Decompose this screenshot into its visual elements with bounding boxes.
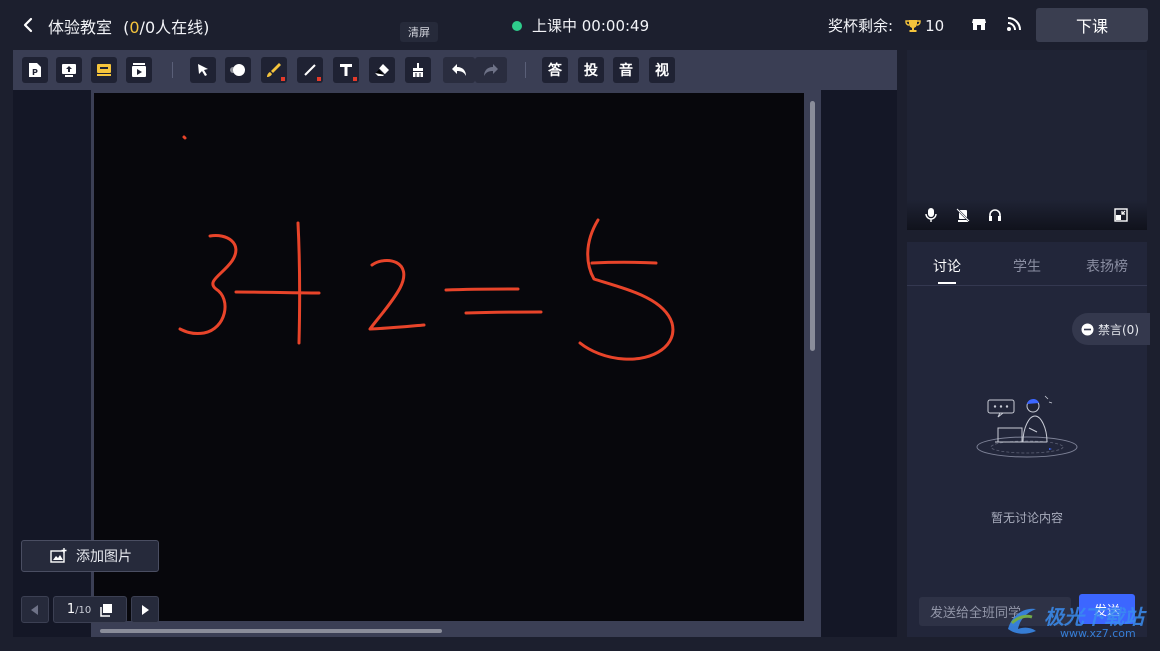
mute-all-button[interactable]: 禁言(0): [1072, 313, 1150, 345]
live-dot-icon: [512, 20, 522, 31]
class-timer: 上课中 00:00:49: [532, 17, 650, 35]
site-watermark: 极光下载站 www.xz7.com: [1000, 597, 1160, 647]
back-arrow-icon[interactable]: [18, 14, 38, 36]
line-icon[interactable]: [297, 57, 323, 83]
redo-icon[interactable]: [475, 57, 507, 83]
add-image-label: 添加图片: [76, 549, 132, 565]
whiteboard-canvas[interactable]: [94, 93, 815, 633]
text-color-dot: [353, 77, 357, 81]
ppt-icon[interactable]: P: [22, 57, 48, 83]
undo-icon[interactable]: [443, 57, 475, 83]
ink-digit-3: [178, 233, 238, 335]
online-suffix: /0人在线): [139, 18, 210, 37]
whiteboard-frame: [91, 90, 821, 637]
chat-tabs: 讨论 学生 表扬榜: [907, 242, 1147, 286]
classroom-name: 体验教室: [48, 18, 113, 37]
ink-equals-bottom: [464, 310, 543, 315]
tab-discussion[interactable]: 讨论: [933, 256, 961, 276]
media-icon[interactable]: [126, 57, 152, 83]
empty-discussion-text: 暂无讨论内容: [990, 511, 1063, 525]
prev-triangle-icon: [31, 604, 38, 615]
trophy-remaining: 奖杯剩余: 10: [828, 15, 944, 36]
ink-digit-2: [368, 259, 426, 331]
classroom-title: 体验教室 (0/0人在线): [48, 14, 209, 38]
tab-students[interactable]: 学生: [1013, 256, 1041, 276]
courseware-icon[interactable]: [91, 57, 117, 83]
watermark-title: 极光下载站: [1044, 605, 1144, 629]
picture-in-picture-icon[interactable]: [1113, 207, 1129, 223]
line-color-dot: [317, 77, 321, 81]
clear-screen-tooltip: 清屏: [400, 22, 438, 42]
active-tab-indicator: [938, 282, 956, 284]
whiteboard-toolbar: P 答 投 音 视: [13, 50, 897, 90]
clear-screen-icon[interactable]: [405, 57, 431, 83]
trophy-icon: [905, 19, 921, 32]
trophy-count: 10: [925, 16, 945, 35]
toolbar-divider: [525, 62, 526, 78]
trophy-label: 奖杯剩余:: [828, 17, 894, 35]
video-tool-button[interactable]: 视: [649, 57, 675, 83]
top-bar: 体验教室 (0/0人在线) 上课中 00:00:49 奖杯剩余: 10 下课: [0, 0, 1160, 50]
eraser-icon[interactable]: [369, 57, 395, 83]
text-icon[interactable]: [333, 57, 359, 83]
pointer-icon[interactable]: [190, 57, 216, 83]
signal-icon[interactable]: [1004, 14, 1024, 34]
store-icon[interactable]: [969, 14, 989, 34]
add-image-icon: [50, 548, 67, 563]
camera-off-icon[interactable]: [955, 207, 971, 223]
answer-tool-button[interactable]: 答: [542, 57, 568, 83]
mute-label: 禁言(0): [1098, 322, 1139, 337]
next-page-button[interactable]: [131, 596, 159, 623]
video-controls: [907, 200, 1147, 230]
brush-color-dot: [281, 77, 285, 81]
empty-discussion-illustration: [976, 395, 1078, 458]
microphone-icon[interactable]: [923, 207, 939, 223]
ink-digit-5-body: [578, 218, 675, 361]
teacher-video: [907, 50, 1147, 230]
laser-icon[interactable]: [225, 57, 251, 83]
ink-digit-5-top: [590, 260, 658, 265]
audio-tool-button[interactable]: 音: [613, 57, 639, 83]
whiteboard-stage: P 答 投 音 视 添加图片 1/10: [13, 50, 897, 637]
page-total: /10: [75, 605, 92, 616]
next-triangle-icon: [142, 604, 149, 615]
page-current: 1: [66, 602, 76, 617]
watermark-url: www.xz7.com: [1060, 627, 1136, 640]
horizontal-scrollbar[interactable]: [100, 629, 442, 633]
ink-dot: [182, 135, 187, 140]
pages-overview-icon[interactable]: [99, 603, 113, 617]
prev-page-button[interactable]: [21, 596, 49, 623]
tab-praise-board[interactable]: 表扬榜: [1086, 256, 1128, 276]
watermark-logo-icon: [1008, 608, 1036, 634]
end-class-button[interactable]: 下课: [1036, 8, 1148, 42]
class-status: 上课中 00:00:49: [512, 15, 649, 36]
mute-chat-icon: [1081, 323, 1094, 335]
vertical-scrollbar[interactable]: [810, 101, 815, 351]
page-indicator: 1/10: [53, 596, 127, 623]
ink-equals-top: [444, 287, 520, 292]
toolbar-divider: [172, 62, 173, 78]
handwriting-drawing: [178, 135, 675, 361]
upload-icon[interactable]: [56, 57, 82, 83]
online-count: 0: [129, 18, 140, 37]
ink-plus-horizontal: [234, 290, 321, 295]
ink-plus-vertical: [296, 221, 302, 345]
svg-text:P: P: [32, 68, 38, 77]
vote-tool-button[interactable]: 投: [578, 57, 604, 83]
add-image-button[interactable]: 添加图片: [21, 540, 159, 572]
brush-icon[interactable]: [261, 57, 287, 83]
headset-icon[interactable]: [987, 207, 1003, 223]
chat-panel: 讨论 学生 表扬榜 禁言(0) 暂无讨论内容 发送给全班同学 发送: [907, 242, 1150, 637]
